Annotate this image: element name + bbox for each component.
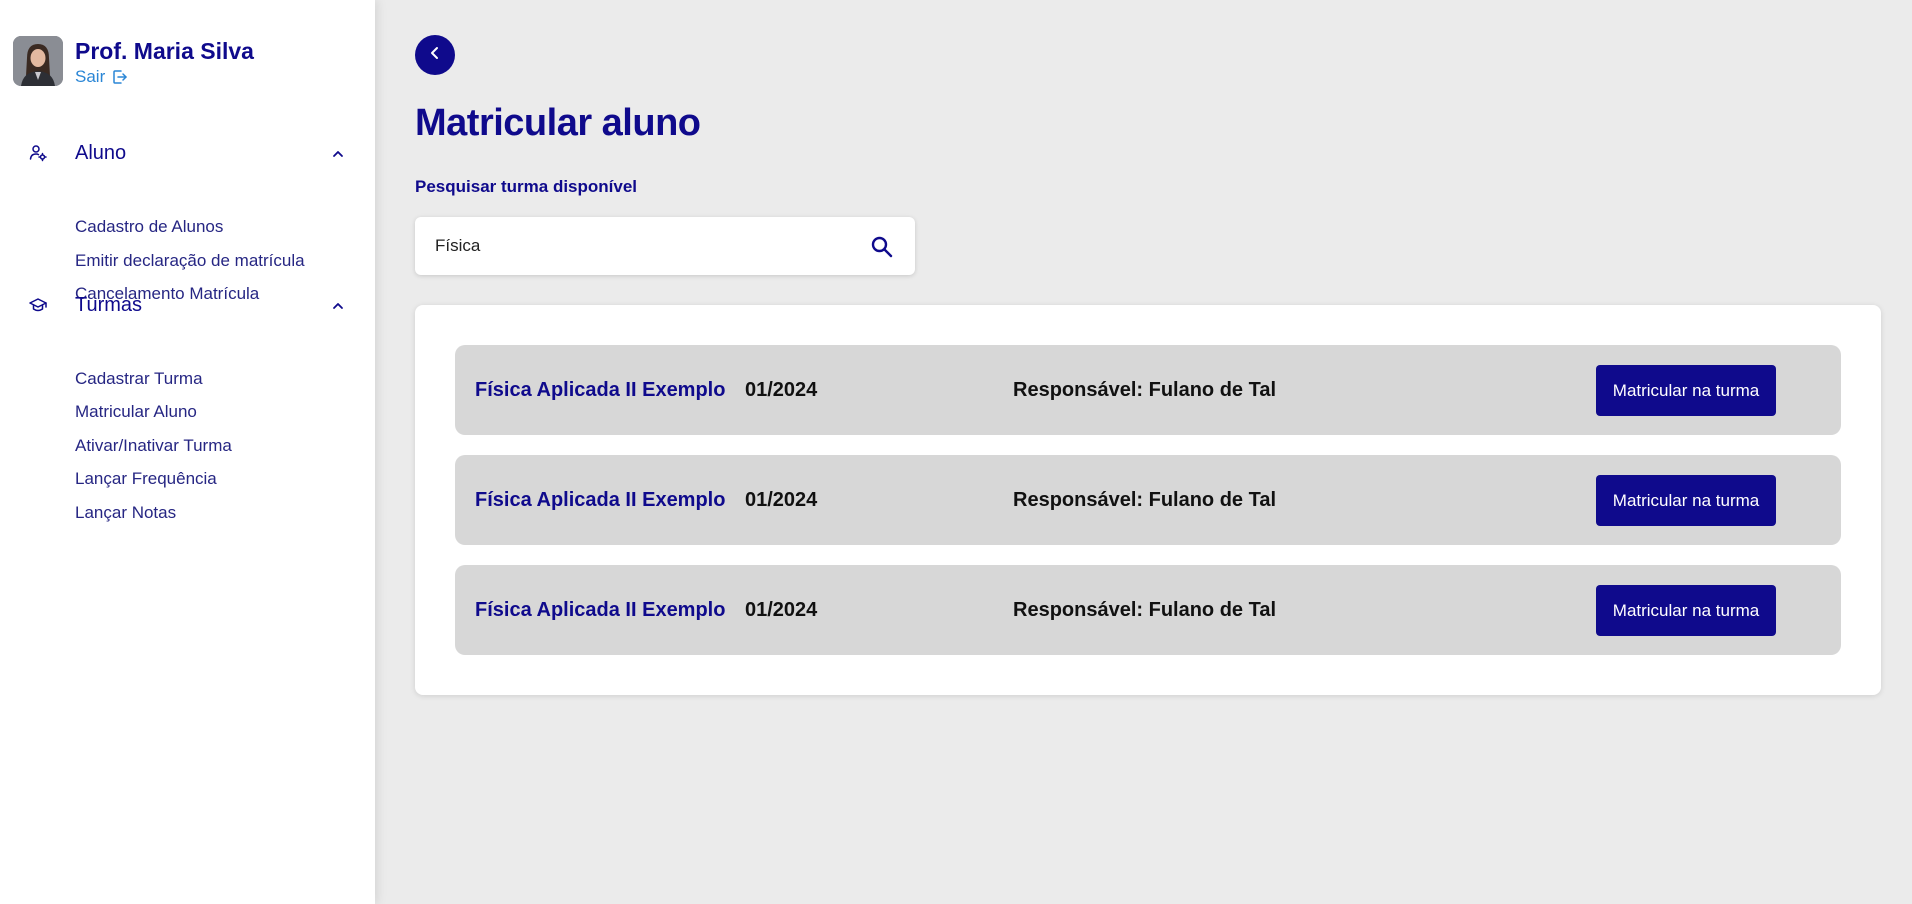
chevron-left-icon <box>427 45 443 66</box>
sidebar-item-cadastrar-turma[interactable]: Cadastrar Turma <box>75 368 203 390</box>
app: Prof. Maria Silva Sair Aluno Cadastro de… <box>0 0 1912 904</box>
back-button[interactable] <box>415 35 455 75</box>
chevron-up-icon[interactable] <box>331 146 345 157</box>
class-row: Física Aplicada II Exemplo 01/2024 Respo… <box>455 565 1841 655</box>
user-profile: Prof. Maria Silva Sair <box>13 36 254 88</box>
sidebar-item-lancar-notas[interactable]: Lançar Notas <box>75 502 176 524</box>
nav-section-turmas: Turmas Cadastrar Turma Matricular Aluno … <box>0 287 375 522</box>
avatar <box>13 36 63 86</box>
class-period: 01/2024 <box>745 599 818 621</box>
graduation-cap-icon <box>29 296 47 314</box>
class-name: Física Aplicada II Exemplo <box>475 599 726 621</box>
nav-section-aluno: Aluno Cadastro de Alunos Emitir declaraç… <box>0 135 375 303</box>
enroll-button[interactable]: Matricular na turma <box>1596 365 1776 416</box>
sidebar: Prof. Maria Silva Sair Aluno Cadastro de… <box>0 0 375 904</box>
sidebar-item-lancar-frequencia[interactable]: Lançar Frequência <box>75 468 217 490</box>
enroll-button[interactable]: Matricular na turma <box>1596 475 1776 526</box>
chevron-up-icon[interactable] <box>331 298 345 309</box>
logout-icon <box>112 69 128 85</box>
sidebar-item-cadastro-alunos[interactable]: Cadastro de Alunos <box>75 216 223 238</box>
page-title: Matricular aluno <box>415 102 701 144</box>
nav-header-label: Aluno <box>75 142 127 164</box>
student-settings-icon <box>29 144 47 162</box>
sidebar-item-ativar-inativar-turma[interactable]: Ativar/Inativar Turma <box>75 435 232 457</box>
user-name: Prof. Maria Silva <box>75 38 254 64</box>
class-row: Física Aplicada II Exemplo 01/2024 Respo… <box>455 345 1841 435</box>
class-owner: Responsável: Fulano de Tal <box>1013 599 1277 621</box>
search-label: Pesquisar turma disponível <box>415 177 638 196</box>
class-row: Física Aplicada II Exemplo 01/2024 Respo… <box>455 455 1841 545</box>
class-name: Física Aplicada II Exemplo <box>475 379 726 401</box>
nav-header-aluno[interactable]: Aluno <box>0 135 375 169</box>
class-owner: Responsável: Fulano de Tal <box>1013 489 1277 511</box>
class-period: 01/2024 <box>745 379 818 401</box>
enroll-button[interactable]: Matricular na turma <box>1596 585 1776 636</box>
search-icon[interactable] <box>869 234 895 260</box>
nav-header-label: Turmas <box>75 294 143 316</box>
search-input[interactable] <box>435 234 835 258</box>
logout-link[interactable]: Sair <box>75 66 254 88</box>
sidebar-item-emitir-declaracao[interactable]: Emitir declaração de matrícula <box>75 250 305 272</box>
class-name: Física Aplicada II Exemplo <box>475 489 726 511</box>
class-period: 01/2024 <box>745 489 818 511</box>
results-card: Física Aplicada II Exemplo 01/2024 Respo… <box>415 305 1881 695</box>
nav-header-turmas[interactable]: Turmas <box>0 287 375 321</box>
search-box <box>415 217 915 275</box>
sidebar-item-matricular-aluno[interactable]: Matricular Aluno <box>75 401 197 423</box>
class-owner: Responsável: Fulano de Tal <box>1013 379 1277 401</box>
logout-label: Sair <box>75 67 106 86</box>
